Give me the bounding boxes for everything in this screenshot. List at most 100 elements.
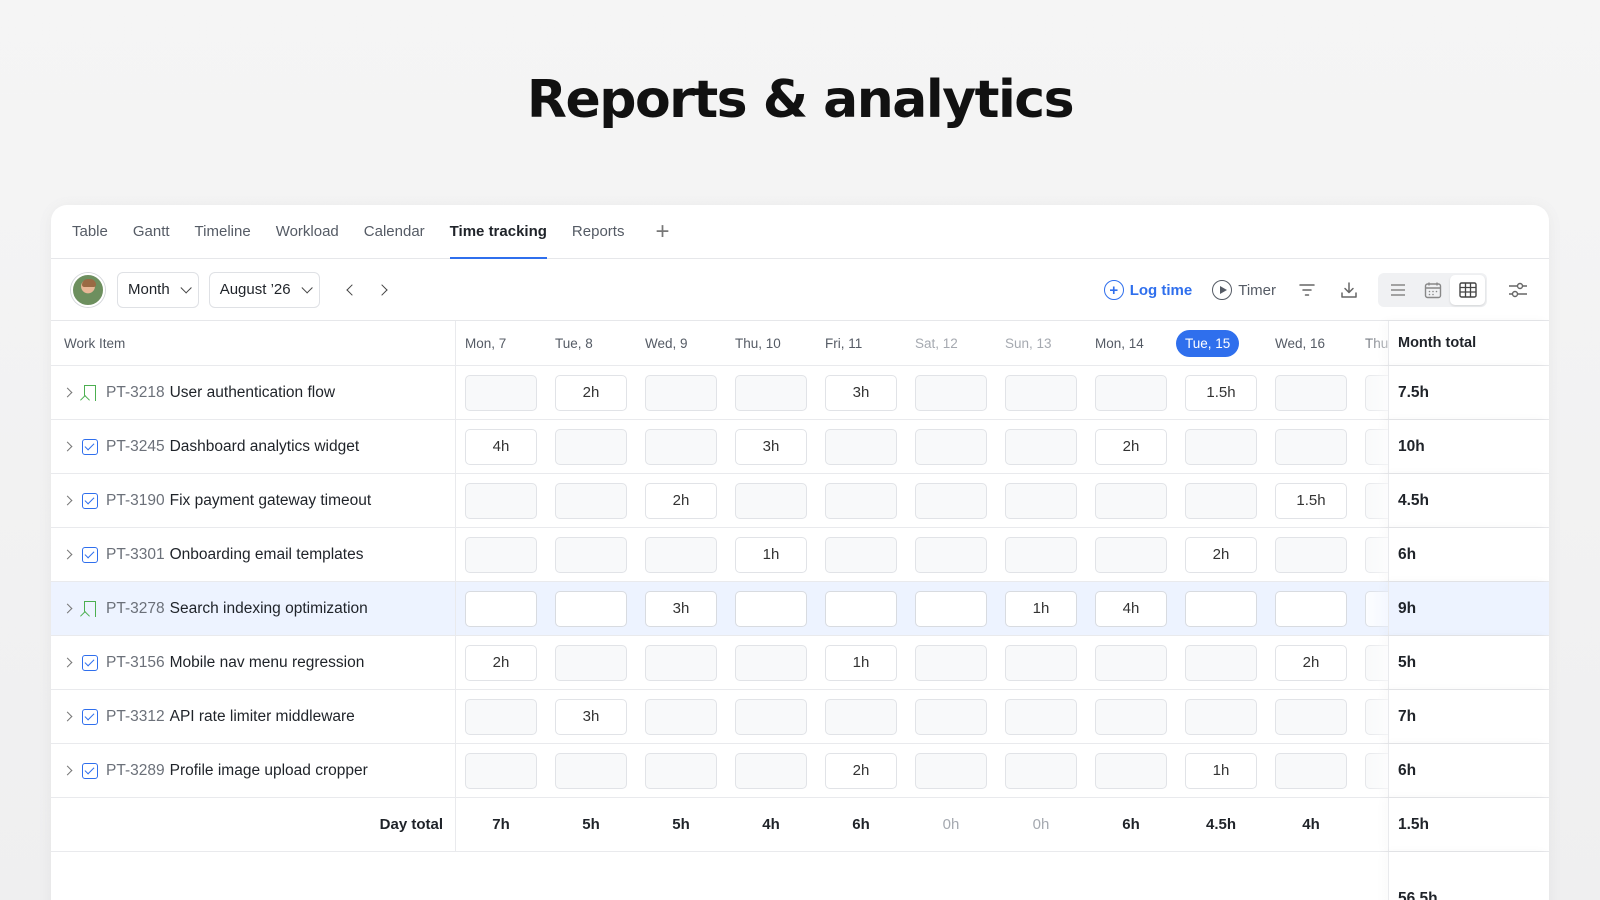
time-entry-cell[interactable]: 2h [555,374,627,411]
time-entry-cell[interactable]: 4h [1095,590,1167,627]
time-entry-cell[interactable] [915,644,987,681]
time-entry-cell[interactable] [1185,644,1257,681]
time-entry-cell[interactable] [465,482,537,519]
work-item-title[interactable]: Dashboard analytics widget [170,438,360,456]
time-entry-cell[interactable] [1005,698,1077,735]
time-entry-cell[interactable] [645,698,717,735]
time-entry-cell[interactable] [1005,644,1077,681]
download-icon[interactable] [1338,279,1360,301]
time-entry-cell[interactable] [1275,590,1347,627]
time-entry-cell[interactable]: 2h [1185,536,1257,573]
next-period-button[interactable] [370,276,398,304]
time-entry-cell[interactable] [825,590,897,627]
time-entry-cell[interactable] [1095,698,1167,735]
time-entry-cell[interactable] [1365,482,1388,519]
time-entry-cell[interactable] [1005,428,1077,465]
table-row[interactable]: PT-3245 Dashboard analytics widget 4h 3h 2h 1… [51,420,1549,474]
time-entry-cell[interactable]: 1.5h [1185,374,1257,411]
time-entry-cell[interactable] [645,428,717,465]
time-entry-cell[interactable]: 3h [645,590,717,627]
time-entry-cell[interactable]: 3h [735,428,807,465]
chevron-right-icon[interactable] [62,441,73,452]
chevron-right-icon[interactable] [62,495,73,506]
time-entry-cell[interactable] [1005,536,1077,573]
tab-calendar[interactable]: Calendar [364,205,425,258]
chevron-right-icon[interactable] [62,387,73,398]
time-entry-cell[interactable] [555,536,627,573]
table-row[interactable]: PT-3190 Fix payment gateway timeout 2h 1.5h… [51,474,1549,528]
calendar-view-icon[interactable] [1415,275,1450,305]
table-row[interactable]: PT-3278 Search indexing optimization 3h 1h 4… [51,582,1549,636]
work-item-key[interactable]: PT-3190 [106,492,165,510]
work-item-title[interactable]: Profile image upload cropper [170,762,368,780]
time-entry-cell[interactable] [915,374,987,411]
grid-view-icon[interactable] [1450,275,1485,305]
time-entry-cell[interactable] [465,374,537,411]
work-item-title[interactable]: Fix payment gateway timeout [170,492,372,510]
time-entry-cell[interactable] [1365,428,1388,465]
time-entry-cell[interactable] [555,428,627,465]
tab-workload[interactable]: Workload [276,205,339,258]
chevron-right-icon[interactable] [62,549,73,560]
time-entry-cell[interactable] [915,536,987,573]
time-entry-cell[interactable] [645,644,717,681]
table-row[interactable]: PT-3156 Mobile nav menu regression 2h 1h 2h 5… [51,636,1549,690]
time-entry-cell[interactable] [1005,482,1077,519]
time-entry-cell[interactable] [645,536,717,573]
time-entry-cell[interactable]: 3h [825,374,897,411]
work-item-title[interactable]: Mobile nav menu regression [170,654,365,672]
period-select[interactable]: Month [117,271,199,308]
time-entry-cell[interactable] [555,590,627,627]
time-entry-cell[interactable]: 3h [555,698,627,735]
time-entry-cell[interactable]: 4h [465,428,537,465]
time-entry-cell[interactable] [735,698,807,735]
time-entry-cell[interactable] [1275,536,1347,573]
tab-gantt[interactable]: Gantt [133,205,170,258]
time-entry-cell[interactable] [1365,752,1388,789]
work-item-title[interactable]: API rate limiter middleware [170,708,355,726]
time-entry-cell[interactable] [465,752,537,789]
work-item-key[interactable]: PT-3301 [106,546,165,564]
date-select[interactable]: August ’26 [208,271,320,308]
time-entry-cell[interactable] [735,482,807,519]
table-row[interactable]: PT-3301 Onboarding email templates 1h 2h 6h [51,528,1549,582]
tab-time-tracking[interactable]: Time tracking [449,205,548,259]
time-entry-cell[interactable] [645,752,717,789]
time-entry-cell[interactable] [735,752,807,789]
time-entry-cell[interactable] [825,428,897,465]
chevron-right-icon[interactable] [62,603,73,614]
time-entry-cell[interactable] [465,590,537,627]
time-entry-cell[interactable] [1095,644,1167,681]
time-entry-cell[interactable]: 2h [645,482,717,519]
log-time-button[interactable]: + Log time [1103,280,1192,300]
work-item-title[interactable]: Onboarding email templates [170,546,364,564]
filter-icon[interactable] [1296,279,1318,301]
tab-reports[interactable]: Reports [572,205,625,258]
time-entry-cell[interactable] [915,428,987,465]
sliders-icon[interactable] [1507,279,1529,301]
time-entry-cell[interactable] [1275,698,1347,735]
time-entry-cell[interactable] [555,644,627,681]
time-entry-cell[interactable] [1095,374,1167,411]
time-entry-cell[interactable] [1275,752,1347,789]
time-entry-cell[interactable] [825,698,897,735]
time-entry-cell[interactable]: 1h [825,644,897,681]
table-row[interactable]: PT-3218 User authentication flow 2h 3h 1.5h 7… [51,366,1549,420]
work-item-key[interactable]: PT-3312 [106,708,165,726]
time-entry-cell[interactable] [1185,482,1257,519]
time-entry-cell[interactable] [735,374,807,411]
work-item-title[interactable]: Search indexing optimization [170,600,368,618]
time-entry-cell[interactable] [915,482,987,519]
table-row[interactable]: PT-3289 Profile image upload cropper 2h 1h 6… [51,744,1549,798]
time-entry-cell[interactable] [1005,752,1077,789]
chevron-right-icon[interactable] [62,657,73,668]
chevron-right-icon[interactable] [62,765,73,776]
time-entry-cell[interactable] [465,698,537,735]
work-item-title[interactable]: User authentication flow [170,384,335,402]
time-entry-cell[interactable]: 1h [735,536,807,573]
time-entry-cell[interactable] [1095,482,1167,519]
time-entry-cell[interactable] [1275,374,1347,411]
time-entry-cell[interactable] [555,482,627,519]
time-entry-cell[interactable] [735,590,807,627]
time-entry-cell[interactable] [1365,644,1388,681]
